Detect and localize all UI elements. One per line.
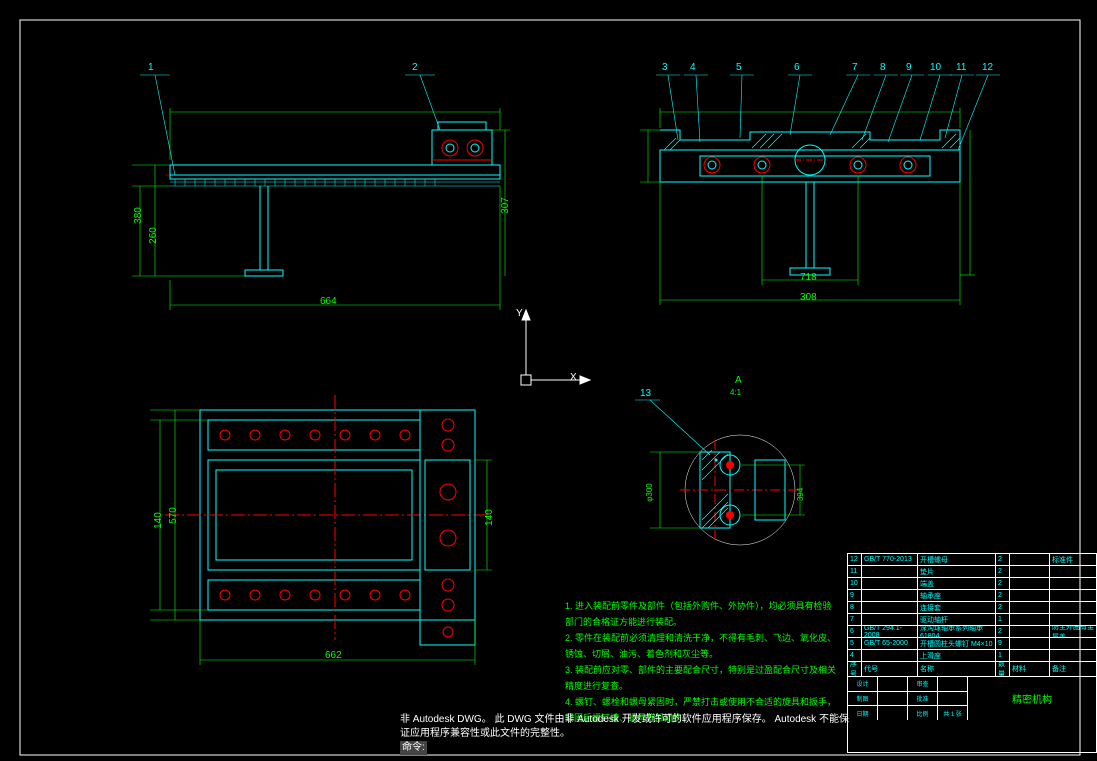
title-block: 12GB/T 770-2013开槽螺母2标准件 11垫片2 10端盖2 9轴承座… (847, 553, 1097, 753)
dim-text: 570 (168, 507, 179, 524)
command-prompt[interactable]: 命令: (400, 741, 427, 755)
dim-text: 308 (800, 292, 817, 303)
note-3: 3. 装配前应对零、部件的主要配合尺寸，特别是过盈配合尺寸及相关精度进行复查。 (565, 662, 840, 694)
dim-text: 307 (500, 197, 511, 214)
cad-canvas[interactable]: 1 2 3 4 5 6 7 8 9 10 11 12 13 X Y 380 26… (0, 0, 1097, 761)
view-side (640, 75, 1000, 305)
note-1: 1. 进入装配前零件及部件（包括外购件、外协件），均必须具有检验部门的合格证方能… (565, 598, 840, 630)
view-detail (635, 400, 805, 545)
view-front (132, 75, 510, 310)
tech-notes: 1. 进入装配前零件及部件（包括外购件、外协件），均必须具有检验部门的合格证方能… (565, 598, 840, 726)
balloon-10: 10 (930, 62, 941, 73)
balloon-4: 4 (690, 62, 696, 73)
dim-text: 394 (796, 488, 805, 501)
note-2: 2. 零件在装配前必须清理和清洗干净，不得有毛刺、飞边、氧化皮、锈蚀、切屑、油污… (565, 630, 840, 662)
dim-text: 662 (325, 650, 342, 661)
ucs-icon (521, 310, 590, 385)
balloon-3: 3 (662, 62, 668, 73)
balloon-13: 13 (640, 388, 651, 399)
dim-text: 140 (153, 512, 164, 529)
balloon-5: 5 (736, 62, 742, 73)
command-bar[interactable]: 非 Autodesk DWG。 此 DWG 文件由非 Autodesk 开发或许… (400, 713, 850, 755)
balloon-9: 9 (906, 62, 912, 73)
watermark-text: 非 Autodesk DWG。 此 DWG 文件由非 Autodesk 开发或许… (400, 713, 850, 741)
dim-text: 664 (320, 296, 337, 307)
balloon-1: 1 (148, 62, 154, 73)
balloon-8: 8 (880, 62, 886, 73)
drawing-title: 精密机构 (968, 677, 1096, 720)
balloon-12: 12 (982, 62, 993, 73)
balloon-7: 7 (852, 62, 858, 73)
balloon-2: 2 (412, 62, 418, 73)
balloon-6: 6 (794, 62, 800, 73)
axis-x: X (570, 372, 577, 383)
dim-text: 718 (800, 272, 817, 283)
balloon-11: 11 (956, 62, 966, 73)
axis-y: Y (516, 308, 523, 319)
dim-text: 380 (133, 207, 144, 224)
detail-label-a: A (735, 375, 742, 386)
bom-rows: 12GB/T 770-2013开槽螺母2标准件 11垫片2 10端盖2 9轴承座… (848, 554, 1096, 676)
view-plan (150, 395, 492, 665)
dim-text: 260 (148, 227, 159, 244)
detail-scale: 4:1 (730, 388, 741, 397)
dim-text: φ300 (645, 483, 654, 502)
dim-text: 140 (484, 509, 495, 526)
